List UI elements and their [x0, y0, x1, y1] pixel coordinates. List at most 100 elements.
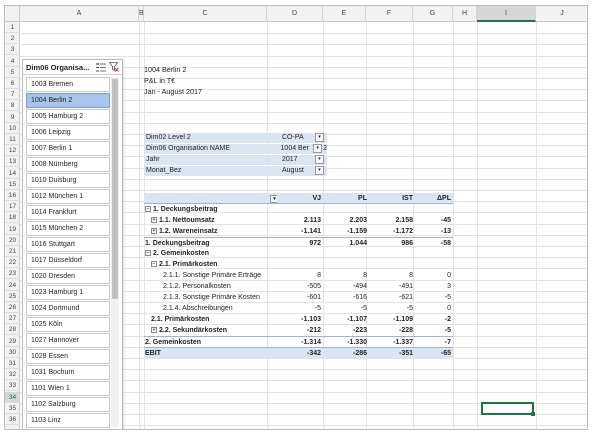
filter-dropdown-icon[interactable]: ▾	[315, 133, 324, 142]
slicer-item[interactable]: 1101 Wien 1	[26, 381, 110, 396]
pivot-value-cell: -286	[352, 350, 367, 357]
filter-dropdown-icon[interactable]: ▾	[313, 144, 323, 153]
filter-value: 2017	[282, 156, 298, 163]
pivot-value-cell	[415, 248, 453, 259]
slicer-item[interactable]: 1003 Bremen	[26, 77, 110, 92]
row-header-16[interactable]: 16	[5, 190, 20, 201]
row-header-4[interactable]: 4	[5, 56, 20, 67]
column-header-g[interactable]: G	[413, 6, 453, 22]
clear-filter-icon[interactable]	[108, 62, 119, 73]
column-header-h[interactable]: H	[453, 6, 477, 22]
slicer-item[interactable]: 1025 Köln	[26, 317, 110, 332]
expand-icon[interactable]: +	[151, 217, 157, 224]
expand-icon[interactable]: +	[151, 228, 157, 235]
slicer-item[interactable]: 1102 Salzburg	[26, 397, 110, 412]
pivot-value-cell: 972	[309, 240, 321, 247]
slicer-item[interactable]: 1004 Berlin 2	[26, 93, 110, 108]
row-header-3[interactable]: 3	[5, 44, 20, 56]
filter-dropdown-icon[interactable]: ▾	[315, 155, 324, 164]
row-header-7[interactable]: 7	[5, 89, 20, 101]
slicer-item[interactable]: 1014 Frankfurt	[26, 205, 110, 220]
row-header-36[interactable]: 36	[5, 414, 20, 425]
gridline-horizontal	[20, 44, 587, 46]
slicer-item[interactable]: 1017 Düsseldorf	[26, 253, 110, 268]
slicer-item[interactable]: 1007 Berlin 1	[26, 141, 110, 156]
column-header-c[interactable]: C	[144, 6, 267, 22]
row-header-5[interactable]: 5	[5, 67, 20, 78]
slicer-item[interactable]: 1103 Linz	[26, 413, 110, 428]
organisation-slicer[interactable]: Dim06 Organisa... 1003 Bremen 1004 Berlin…	[22, 59, 123, 429]
row-header-29[interactable]: 29	[5, 336, 20, 347]
column-header-d[interactable]: D	[267, 6, 323, 22]
select-all-corner[interactable]	[5, 6, 20, 22]
row-header-2[interactable]: 2	[5, 33, 20, 45]
row-header-33[interactable]: 33	[5, 380, 20, 392]
row-header-34[interactable]: 34	[5, 391, 20, 403]
slicer-item[interactable]: 1027 Hannover	[26, 333, 110, 348]
row-header-23[interactable]: 23	[5, 268, 20, 280]
expand-icon[interactable]: +	[151, 327, 157, 334]
multi-select-icon[interactable]	[95, 62, 106, 73]
pivot-row-label: 1. Deckungsbeitrag	[145, 240, 210, 247]
collapse-icon[interactable]: −	[151, 261, 157, 268]
slicer-item[interactable]: 1016 Stuttgart	[26, 237, 110, 252]
pivot-value-cell: -5	[406, 305, 413, 312]
row-header-24[interactable]: 24	[5, 280, 20, 291]
fill-handle[interactable]	[531, 412, 535, 416]
slicer-item[interactable]: 1031 Bochum	[26, 365, 110, 380]
row-header-28[interactable]: 28	[5, 324, 20, 336]
row-header-26[interactable]: 26	[5, 302, 20, 313]
row-header-9[interactable]: 9	[5, 112, 20, 123]
row-header-6[interactable]: 6	[5, 78, 20, 89]
pivot-row-label: 1.2. Wareneinsatz	[159, 228, 218, 235]
pivot-table[interactable]: ▾ VJ PL IST ΔPL −1. Deckungsbeitrag +1.1.…	[144, 193, 453, 358]
column-header-j[interactable]: J	[536, 6, 587, 22]
row-header-31[interactable]: 31	[5, 358, 20, 369]
slicer-item[interactable]: 1020 Dresden	[26, 269, 110, 284]
row-header-20[interactable]: 20	[5, 235, 20, 246]
row-header-21[interactable]: 21	[5, 246, 20, 257]
column-header-e[interactable]: E	[323, 6, 366, 22]
slicer-item[interactable]: 1028 Essen	[26, 349, 110, 364]
slicer-item[interactable]: 1005 Hamburg 2	[26, 109, 110, 124]
pivot-row: +2.2. Sekundärkosten -212 -223 -228 -5	[144, 325, 453, 336]
row-header-32[interactable]: 32	[5, 369, 20, 381]
row-header-17[interactable]: 17	[5, 201, 20, 213]
pivot-value-cell: -7	[444, 339, 451, 346]
filter-dropdown-icon[interactable]: ▾	[315, 166, 324, 175]
row-header-8[interactable]: 8	[5, 100, 20, 112]
slicer-scroll-thumb[interactable]	[112, 79, 118, 299]
slicer-item[interactable]: 1006 Leipzig	[26, 125, 110, 140]
slicer-item[interactable]: 1010 Duisburg	[26, 173, 110, 188]
row-header-22[interactable]: 22	[5, 257, 20, 269]
row-header-19[interactable]: 19	[5, 224, 20, 235]
slicer-scrollbar[interactable]	[111, 77, 119, 427]
row-header-13[interactable]: 13	[5, 156, 20, 168]
row-header-12[interactable]: 12	[5, 145, 20, 157]
active-cell-selection[interactable]	[481, 402, 534, 415]
column-header-i[interactable]: I	[477, 6, 536, 22]
collapse-icon[interactable]: −	[145, 250, 151, 257]
column-header-f[interactable]: F	[366, 6, 413, 22]
filter-row: Dim06 Organisation NAME 1004 Ber ▾ 2	[144, 144, 327, 154]
pivot-row-label-cell: 2. Gemeinkosten	[144, 337, 277, 347]
row-header-35[interactable]: 35	[5, 403, 20, 414]
collapse-icon[interactable]: −	[145, 206, 151, 213]
row-header-30[interactable]: 30	[5, 347, 20, 358]
pivot-value-cell: -601	[306, 294, 321, 301]
row-header-15[interactable]: 15	[5, 179, 20, 190]
row-header-14[interactable]: 14	[5, 168, 20, 179]
row-header-25[interactable]: 25	[5, 291, 20, 302]
row-header-18[interactable]: 18	[5, 212, 20, 224]
column-header-a[interactable]: A	[20, 6, 139, 22]
slicer-item[interactable]: 1023 Hamburg 1	[26, 285, 110, 300]
row-labels-dropdown-icon[interactable]: ▾	[270, 195, 277, 203]
slicer-item[interactable]: 1024 Dortmund	[26, 301, 110, 316]
slicer-item[interactable]: 1012 München 1	[26, 189, 110, 204]
row-header-10[interactable]: 10	[5, 123, 20, 134]
row-header-1[interactable]: 1	[5, 22, 20, 33]
row-header-11[interactable]: 11	[5, 134, 20, 145]
row-header-27[interactable]: 27	[5, 313, 20, 325]
slicer-item[interactable]: 1015 München 2	[26, 221, 110, 236]
slicer-item[interactable]: 1008 Nürnberg	[26, 157, 110, 172]
